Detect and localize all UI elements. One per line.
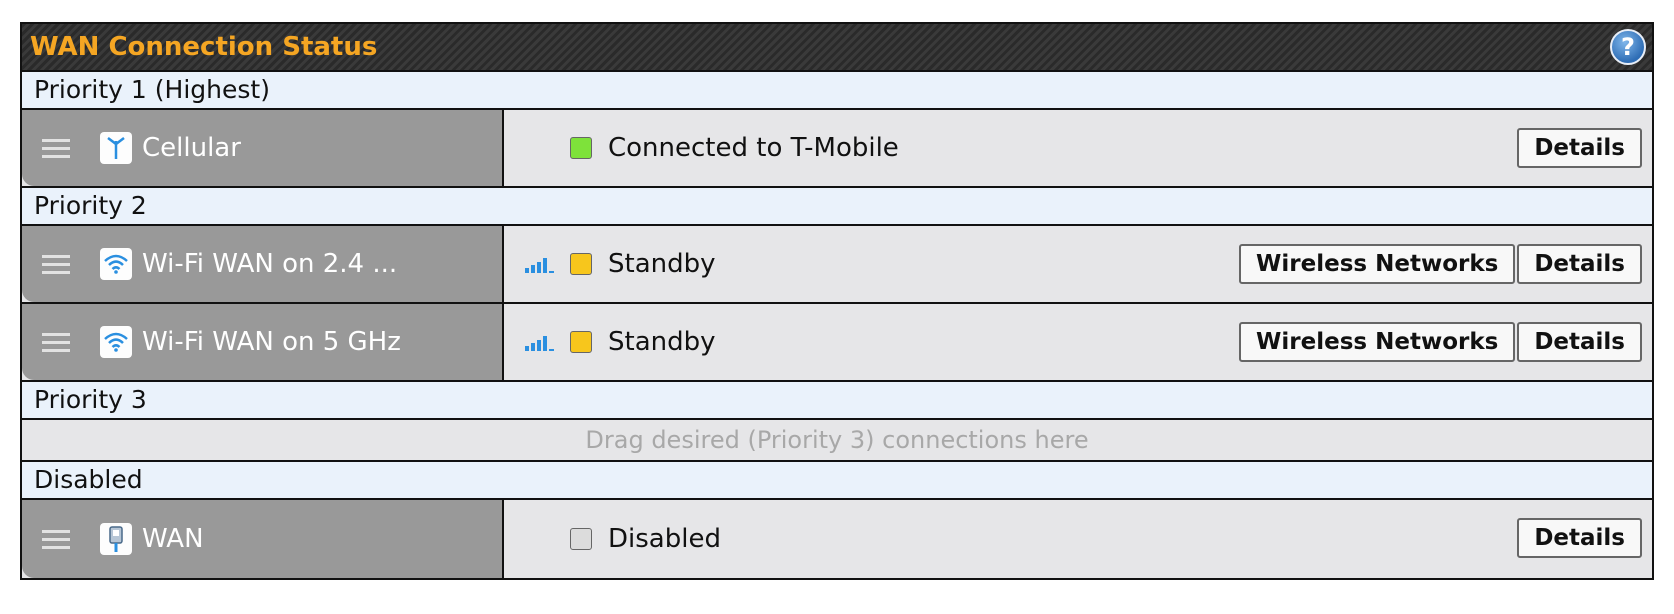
connection-name: Wi-Fi WAN on 2.4 ... [142, 249, 398, 279]
connection-status-cell: Connected to T-Mobile Details [504, 110, 1652, 186]
connection-status-cell: Standby Wireless Networks Details [504, 304, 1652, 380]
panel-titlebar: WAN Connection Status ? [22, 24, 1652, 72]
wifi-icon [100, 326, 132, 358]
status-text: Connected to T-Mobile [608, 133, 899, 163]
status-text: Standby [608, 249, 716, 279]
connection-row: Wi-Fi WAN on 2.4 ... Standby Wireless Netw… [22, 226, 1652, 304]
priority-header-priority-2: Priority 2 [22, 188, 1652, 226]
priority-groups: Priority 1 (Highest) Cellular Connected to… [22, 72, 1652, 578]
details-button[interactable]: Details [1517, 128, 1642, 168]
status-indicator [570, 528, 592, 550]
priority-header-priority-3: Priority 3 [22, 382, 1652, 420]
panel-title: WAN Connection Status [30, 32, 378, 62]
status-indicator [570, 331, 592, 353]
status-text: Standby [608, 327, 716, 357]
priority-header-disabled: Disabled [22, 462, 1652, 500]
connection-name-cell: Wi-Fi WAN on 2.4 ... [22, 226, 504, 302]
drag-handle-icon[interactable] [42, 525, 70, 554]
connection-actions: Wireless Networks Details [1239, 244, 1642, 284]
status-text: Disabled [608, 524, 721, 554]
connection-row: Cellular Connected to T-Mobile Details [22, 110, 1652, 188]
ethernet-plug-icon [100, 523, 132, 555]
details-button[interactable]: Details [1517, 322, 1642, 362]
details-button[interactable]: Details [1517, 244, 1642, 284]
connection-name: WAN [142, 524, 204, 554]
connection-row: Wi-Fi WAN on 5 GHz Standby Wireless Networ… [22, 304, 1652, 382]
connection-actions: Details [1517, 518, 1642, 558]
priority-header-priority-1-highest: Priority 1 (Highest) [22, 72, 1652, 110]
connection-name-cell: WAN [22, 500, 504, 578]
cellular-antenna-icon [100, 132, 132, 164]
wireless-networks-button[interactable]: Wireless Networks [1239, 322, 1516, 362]
connection-status-cell: Standby Wireless Networks Details [504, 226, 1652, 302]
connection-name: Wi-Fi WAN on 5 GHz [142, 327, 401, 357]
signal-strength-icon [524, 331, 556, 353]
status-indicator [570, 253, 592, 275]
drag-handle-icon[interactable] [42, 250, 70, 279]
details-button[interactable]: Details [1517, 518, 1642, 558]
signal-strength-icon [524, 253, 556, 275]
status-indicator [570, 137, 592, 159]
connection-status-cell: Disabled Details [504, 500, 1652, 578]
drag-handle-icon[interactable] [42, 134, 70, 163]
connection-row: WAN Disabled Details [22, 500, 1652, 578]
connection-name: Cellular [142, 133, 241, 163]
connection-name-cell: Wi-Fi WAN on 5 GHz [22, 304, 504, 380]
connection-actions: Wireless Networks Details [1239, 322, 1642, 362]
wireless-networks-button[interactable]: Wireless Networks [1239, 244, 1516, 284]
drag-handle-icon[interactable] [42, 328, 70, 357]
wan-connection-status-panel: WAN Connection Status ? Priority 1 (High… [20, 22, 1654, 580]
help-icon[interactable]: ? [1610, 29, 1646, 65]
drop-zone[interactable]: Drag desired (Priority 3) connections he… [22, 420, 1652, 462]
connection-name-cell: Cellular [22, 110, 504, 186]
wifi-icon [100, 248, 132, 280]
connection-actions: Details [1517, 128, 1642, 168]
